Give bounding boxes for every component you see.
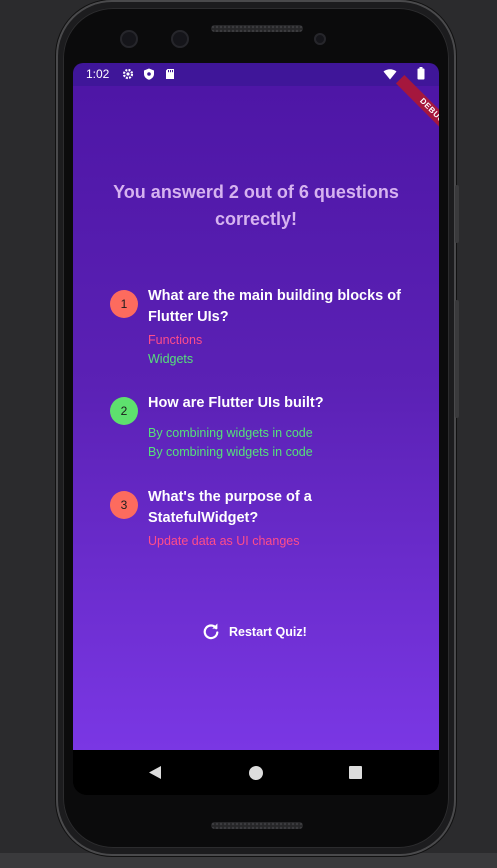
list-item: 1 What are the main building blocks of F… bbox=[110, 286, 410, 393]
debug-banner: DEBUG bbox=[395, 74, 439, 148]
earpiece-speaker bbox=[211, 25, 303, 32]
front-camera-icon bbox=[171, 30, 189, 48]
list-item: 2 How are Flutter UIs built? By combinin… bbox=[110, 393, 410, 500]
answers-summary-list[interactable]: 1 What are the main building blocks of F… bbox=[110, 286, 410, 551]
question-index-badge: 1 bbox=[110, 290, 138, 318]
results-summary: You answerd 2 out of 6 questions correct… bbox=[113, 182, 399, 229]
gear-icon bbox=[122, 68, 134, 80]
wifi-icon bbox=[383, 69, 397, 80]
recents-icon[interactable] bbox=[349, 766, 362, 779]
sd-card-icon bbox=[166, 69, 174, 79]
correct-answer: By combining widgets in code bbox=[148, 445, 313, 459]
question-index-badge: 2 bbox=[110, 397, 138, 425]
question-index-badge: 3 bbox=[110, 491, 138, 519]
power-button bbox=[455, 300, 459, 418]
restart-quiz-button[interactable]: Restart Quiz! bbox=[202, 621, 307, 643]
system-nav-bar bbox=[73, 750, 439, 795]
refresh-icon bbox=[203, 623, 219, 640]
status-bar: 1:02 bbox=[73, 63, 439, 86]
bottom-speaker bbox=[211, 822, 303, 829]
restart-quiz-label: Restart Quiz! bbox=[229, 625, 307, 639]
correct-answer: Widgets bbox=[148, 352, 194, 366]
user-answer: By combining widgets in code bbox=[148, 426, 313, 440]
user-answer: Update data as UI changes bbox=[148, 534, 300, 548]
list-item: 3 What's the purpose of a StatefulWidget… bbox=[110, 487, 410, 551]
battery-icon bbox=[417, 67, 425, 80]
question-text: What's the purpose of a StatefulWidget? bbox=[148, 489, 312, 526]
status-time: 1:02 bbox=[86, 67, 110, 81]
proximity-sensor-icon bbox=[314, 33, 326, 45]
device-screen: 1:02 You answerd 2 out of 6 questions co… bbox=[73, 63, 439, 795]
user-answer: Functions bbox=[148, 333, 203, 347]
question-text: How are Flutter UIs built? bbox=[148, 395, 324, 411]
home-icon[interactable] bbox=[249, 766, 263, 780]
volume-button bbox=[455, 185, 459, 243]
question-text: What are the main building blocks of Flu… bbox=[148, 288, 401, 325]
back-icon[interactable] bbox=[148, 765, 162, 780]
sensor-icon bbox=[120, 30, 138, 48]
results-screen: You answerd 2 out of 6 questions correct… bbox=[73, 74, 439, 750]
shield-icon bbox=[144, 68, 154, 80]
